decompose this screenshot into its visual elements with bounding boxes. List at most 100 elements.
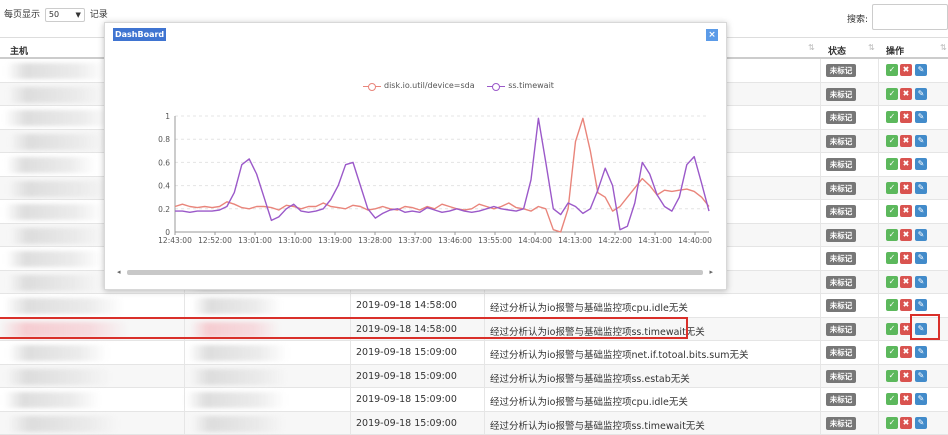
edit-icon[interactable]: ✎ — [915, 299, 927, 311]
cross-icon[interactable]: ✖ — [900, 346, 912, 358]
check-icon[interactable]: ✓ — [886, 64, 898, 76]
redacted-host — [6, 157, 96, 173]
per-page-value: 50 — [48, 9, 60, 19]
cell-time: 2019-09-18 15:09:00 — [356, 394, 457, 405]
redacted-value — [192, 415, 284, 432]
check-icon[interactable]: ✓ — [886, 205, 898, 217]
redacted-host — [4, 392, 100, 408]
redacted-value — [188, 345, 288, 361]
edit-icon[interactable]: ✎ — [915, 205, 927, 217]
status-badge: 未标记 — [826, 87, 856, 101]
table-row[interactable]: 2019-09-18 15:09:00 经过分析认为io报警与基础监控项ss.t… — [0, 411, 948, 435]
check-icon[interactable]: ✓ — [886, 393, 898, 405]
redacted-host — [10, 133, 105, 150]
cell-description: 经过分析认为io报警与基础监控项ss.estab无关 — [490, 373, 690, 385]
redacted-value — [190, 368, 286, 385]
check-icon[interactable]: ✓ — [886, 369, 898, 382]
table-row[interactable]: 2019-09-18 15:09:00 经过分析认为io报警与基础监控项cpu.… — [0, 388, 948, 412]
cross-icon[interactable]: ✖ — [900, 275, 912, 288]
horizontal-scrollbar[interactable]: ◂ ▸ — [117, 267, 713, 277]
edit-icon[interactable]: ✎ — [915, 416, 927, 429]
sort-icon[interactable]: ⇅ — [940, 43, 947, 52]
scrollbar-thumb[interactable] — [127, 270, 703, 275]
check-icon[interactable]: ✓ — [886, 322, 898, 335]
redacted-host — [6, 368, 110, 385]
edit-icon[interactable]: ✎ — [915, 369, 927, 382]
cell-description: 经过分析认为io报警与基础监控项cpu.idle无关 — [490, 397, 688, 408]
status-badge: 未标记 — [826, 111, 856, 124]
edit-icon[interactable]: ✎ — [915, 252, 927, 264]
check-icon[interactable]: ✓ — [886, 111, 898, 123]
check-icon[interactable]: ✓ — [886, 299, 898, 311]
x-tick-label: 12:52:00 — [198, 236, 232, 245]
edit-icon[interactable]: ✎ — [915, 64, 927, 76]
check-icon[interactable]: ✓ — [886, 87, 898, 100]
edit-icon[interactable]: ✎ — [915, 275, 927, 288]
table-row[interactable]: 2019-09-18 15:09:00 经过分析认为io报警与基础监控项net.… — [0, 341, 948, 365]
check-icon[interactable]: ✓ — [886, 158, 898, 170]
x-tick-label: 14:40:00 — [678, 236, 712, 245]
edit-icon[interactable]: ✎ — [915, 111, 927, 123]
sort-icon[interactable]: ⇅ — [808, 43, 815, 52]
cross-icon[interactable]: ✖ — [900, 299, 912, 311]
cross-icon[interactable]: ✖ — [900, 64, 912, 76]
cross-icon[interactable]: ✖ — [900, 134, 912, 147]
redacted-host — [4, 298, 124, 314]
status-badge: 未标记 — [826, 322, 856, 336]
redacted-host — [8, 180, 108, 197]
search-input[interactable] — [872, 4, 948, 30]
highlight-box-row — [0, 317, 688, 339]
check-icon[interactable]: ✓ — [886, 275, 898, 288]
edit-icon[interactable]: ✎ — [915, 134, 927, 147]
cross-icon[interactable]: ✖ — [900, 369, 912, 382]
cross-icon[interactable]: ✖ — [900, 111, 912, 123]
cross-icon[interactable]: ✖ — [900, 181, 912, 194]
check-icon[interactable]: ✓ — [886, 134, 898, 147]
status-badge: 未标记 — [826, 369, 856, 383]
x-tick-label: 14:22:00 — [598, 236, 632, 245]
y-tick-label: 0.8 — [158, 135, 170, 144]
check-icon[interactable]: ✓ — [886, 228, 898, 241]
cell-time: 2019-09-18 15:09:00 — [356, 370, 457, 382]
cross-icon[interactable]: ✖ — [900, 205, 912, 217]
edit-icon[interactable]: ✎ — [915, 346, 927, 358]
status-badge: 未标记 — [826, 252, 856, 265]
status-badge: 未标记 — [826, 158, 856, 171]
x-tick-label: 13:37:00 — [398, 236, 432, 245]
scroll-right-icon[interactable]: ▸ — [709, 268, 713, 276]
scroll-left-icon[interactable]: ◂ — [117, 268, 121, 276]
redacted-host — [8, 274, 100, 291]
status-badge: 未标记 — [826, 228, 856, 242]
check-icon[interactable]: ✓ — [886, 181, 898, 194]
cross-icon[interactable]: ✖ — [900, 252, 912, 264]
y-tick-label: 1 — [165, 112, 170, 121]
cell-description: 经过分析认为io报警与基础监控项cpu.idle无关 — [490, 303, 688, 314]
cross-icon[interactable]: ✖ — [900, 393, 912, 405]
redacted-host — [8, 86, 103, 103]
check-icon[interactable]: ✓ — [886, 252, 898, 264]
cross-icon[interactable]: ✖ — [900, 228, 912, 241]
cross-icon[interactable]: ✖ — [900, 87, 912, 100]
edit-icon[interactable]: ✎ — [915, 393, 927, 405]
table-row[interactable]: 2019-09-18 15:09:00 经过分析认为io报警与基础监控项ss.e… — [0, 364, 948, 388]
cross-icon[interactable]: ✖ — [900, 416, 912, 429]
x-tick-label: 12:43:00 — [158, 236, 192, 245]
check-icon[interactable]: ✓ — [886, 416, 898, 429]
status-badge: 未标记 — [826, 393, 856, 406]
table-row[interactable]: 2019-09-18 14:58:00 经过分析认为io报警与基础监控项cpu.… — [0, 294, 948, 318]
column-header-host[interactable]: 主机 — [10, 44, 28, 57]
column-header-status[interactable]: 状态 — [828, 44, 846, 57]
cross-icon[interactable]: ✖ — [900, 158, 912, 170]
edit-icon[interactable]: ✎ — [915, 181, 927, 194]
sort-icon[interactable]: ⇅ — [868, 43, 875, 52]
cell-time: 2019-09-18 15:09:00 — [356, 417, 457, 429]
highlight-box-edit-button — [910, 314, 940, 340]
edit-icon[interactable]: ✎ — [915, 158, 927, 170]
check-icon[interactable]: ✓ — [886, 346, 898, 358]
edit-icon[interactable]: ✎ — [915, 87, 927, 100]
per-page-select[interactable]: 50 ▼ — [44, 7, 85, 22]
edit-icon[interactable]: ✎ — [915, 228, 927, 241]
cell-time: 2019-09-18 15:09:00 — [356, 347, 457, 358]
status-badge: 未标记 — [826, 64, 856, 77]
column-header-action: 操作 — [886, 47, 905, 57]
